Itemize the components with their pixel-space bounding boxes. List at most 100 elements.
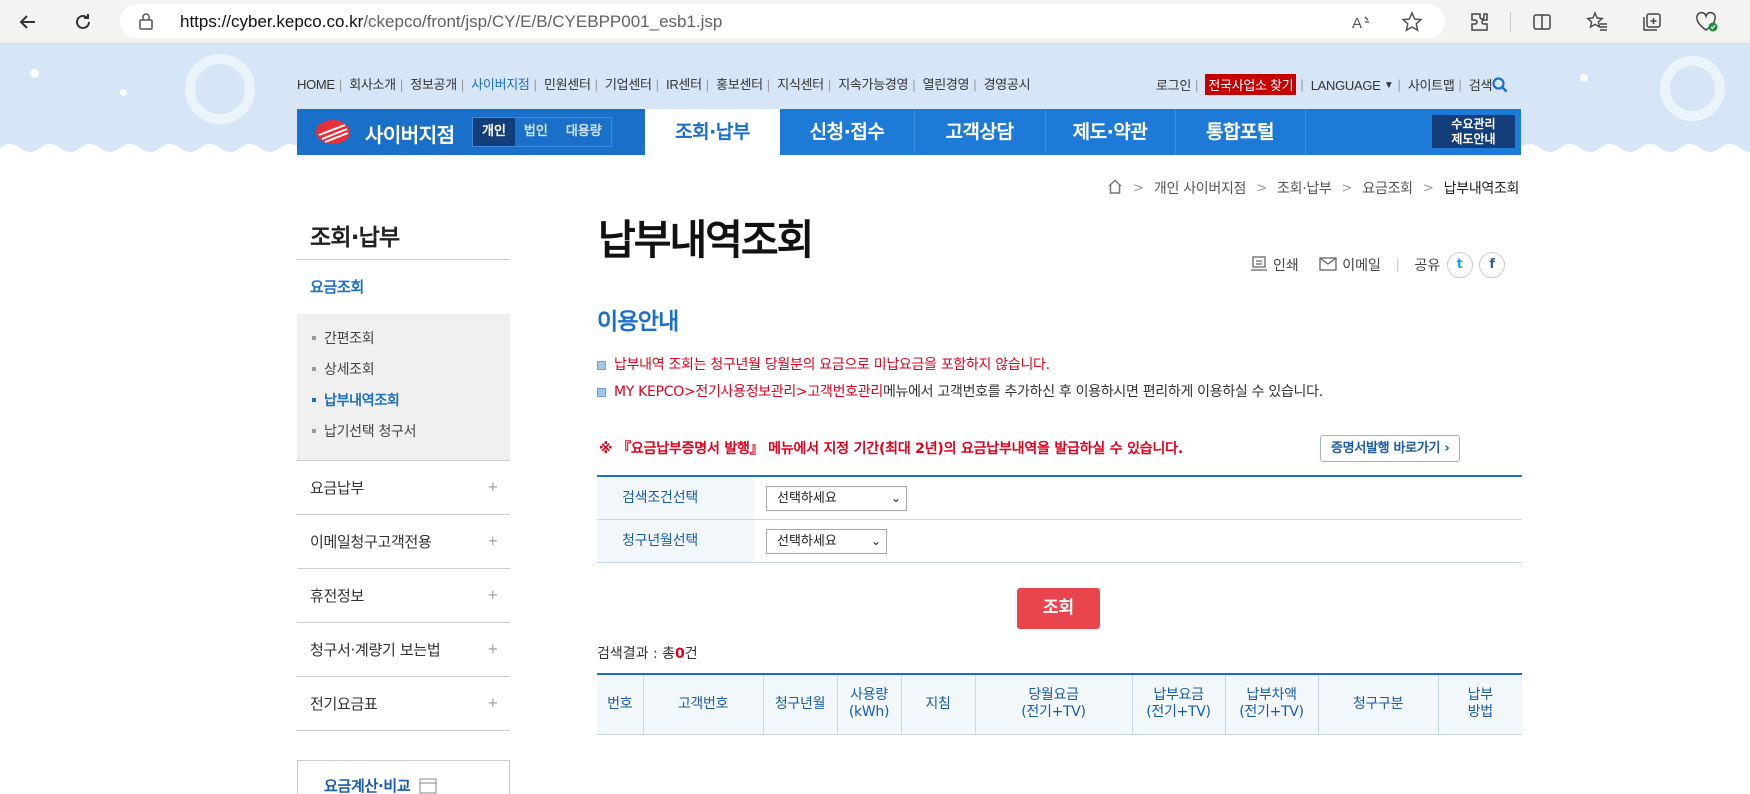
- util-link-sustainability[interactable]: 지속가능경영: [838, 74, 908, 93]
- sitemap-link[interactable]: 사이트맵: [1408, 75, 1455, 94]
- util-link-ir[interactable]: IR센터: [666, 74, 702, 93]
- decoration-dot: [120, 89, 127, 96]
- favorites-icon[interactable]: [1583, 8, 1611, 36]
- util-link-cyber-branch[interactable]: 사이버지점: [471, 74, 530, 93]
- fee-calculator-banner[interactable]: 요금계산·비교: [297, 760, 510, 794]
- column-header-unit: (전기+TV): [1146, 704, 1211, 721]
- certificate-shortcut-button[interactable]: 증명서발행 바로가기 ›: [1320, 435, 1461, 462]
- result-suffix: 건: [684, 646, 698, 662]
- util-link-company[interactable]: 회사소개: [349, 74, 396, 93]
- column-header-unit: (전기+TV): [1239, 704, 1304, 721]
- result-count-number: 0: [675, 646, 685, 662]
- column-header: 청구년월: [763, 673, 838, 735]
- util-link-enterprise[interactable]: 기업센터: [605, 74, 652, 93]
- util-link-pr[interactable]: 홍보센터: [716, 74, 763, 93]
- guide-link-text[interactable]: MY KEPCO>전기사용정보관리>고객번호관리: [614, 384, 883, 400]
- column-header: 당월요금 (전기+TV): [975, 673, 1133, 735]
- collections-icon[interactable]: [1638, 8, 1666, 36]
- search-button[interactable]: 조회: [1017, 588, 1100, 629]
- column-header: 청구구분: [1318, 673, 1439, 735]
- decoration-circle: [185, 54, 255, 124]
- plus-icon: +: [487, 480, 498, 495]
- breadcrumb-item[interactable]: 조회·납부: [1277, 178, 1332, 198]
- kepco-logo-icon[interactable]: [315, 119, 351, 145]
- sidebar-subitem-detail[interactable]: 상세조회: [310, 355, 510, 386]
- util-link-civil[interactable]: 민원센터: [544, 74, 591, 93]
- utility-nav: HOME | 회사소개 | 정보공개 | 사이버지점 | 민원센터 | 기업센터 | IR센…: [297, 74, 1031, 93]
- twitter-icon[interactable]: t: [1446, 252, 1473, 278]
- read-aloud-icon[interactable]: A: [1350, 10, 1374, 34]
- print-label: 인쇄: [1273, 258, 1299, 274]
- util-link-open[interactable]: 열린경영: [923, 74, 970, 93]
- decoration-circle: [1660, 56, 1725, 121]
- fee-calculator-label: 요금계산·비교: [324, 777, 411, 794]
- find-office-link[interactable]: 전국사업소 찾기: [1205, 74, 1297, 95]
- tab-corporate[interactable]: 법인: [515, 118, 557, 146]
- menu-application[interactable]: 신청·접수: [780, 109, 914, 155]
- back-icon[interactable]: [12, 6, 44, 38]
- result-prefix: 검색결과 : 총: [597, 646, 676, 662]
- utility-right: 로그인 | 전국사업소 찾기 | LANGUAGE ▼ | 사이트맵 | 검색: [1156, 74, 1508, 95]
- menu-portal[interactable]: 통합포털: [1175, 109, 1305, 155]
- sidebar-item-rate-table[interactable]: 전기요금표 +: [297, 677, 510, 731]
- guide-text: 납부내역 조회는 청구년월 당월분의 요금으로 미납요금을 포함하지 않습니다.: [614, 357, 1050, 373]
- sidebar-item-email-billing[interactable]: 이메일청구고객전용 +: [297, 515, 510, 569]
- sidebar-item-payment[interactable]: 요금납부 +: [297, 461, 510, 515]
- tab-personal[interactable]: 개인: [473, 118, 515, 146]
- login-link[interactable]: 로그인: [1156, 75, 1191, 94]
- column-header-label: 고객번호: [677, 695, 729, 712]
- breadcrumb-item[interactable]: 개인 사이버지점: [1154, 178, 1247, 198]
- tab-large-volume[interactable]: 대용량: [557, 118, 611, 146]
- address-bar[interactable]: https://cyber.kepco.co.kr/ckepco/front/j…: [120, 4, 1445, 38]
- menu-inquiry-payment[interactable]: 조회·납부: [645, 109, 780, 155]
- lock-icon[interactable]: [138, 12, 154, 34]
- main-nav: 사이버지점 개인 법인 대용량 조회·납부 신청·접수 고객상담 제도·약관 통…: [297, 109, 1521, 155]
- column-header-label: 납부: [1467, 687, 1493, 704]
- facebook-icon[interactable]: f: [1479, 252, 1506, 278]
- plus-icon: +: [487, 696, 498, 711]
- column-header-unit: (kWh): [848, 704, 890, 721]
- decoration-dot: [1580, 74, 1588, 82]
- billing-month-label: 청구년월선택: [597, 520, 754, 562]
- sidebar-subitem-simple[interactable]: 간편조회: [310, 324, 510, 355]
- mail-icon: [1319, 257, 1337, 271]
- util-link-home[interactable]: HOME: [297, 77, 335, 92]
- billing-month-select[interactable]: 선택하세요 ⌄: [766, 529, 887, 554]
- column-header: 납부차액 (전기+TV): [1225, 673, 1319, 735]
- breadcrumb-item[interactable]: 요금조회: [1362, 178, 1413, 198]
- demand-management-button[interactable]: 수요관리 제도안내: [1432, 115, 1515, 148]
- brand-title[interactable]: 사이버지점: [365, 119, 455, 148]
- split-screen-icon[interactable]: [1528, 8, 1556, 36]
- condition-select[interactable]: 선택하세요 ⌄: [766, 486, 907, 511]
- util-link-knowledge[interactable]: 지식센터: [777, 74, 824, 93]
- guide-item: 납부내역 조회는 청구년월 당월분의 요금으로 미납요금을 포함하지 않습니다.: [597, 352, 1323, 379]
- column-header-unit: 방법: [1467, 704, 1493, 721]
- menu-customer-consult[interactable]: 고객상담: [914, 109, 1045, 155]
- email-button[interactable]: 이메일: [1319, 255, 1381, 275]
- favorite-star-icon[interactable]: [1400, 10, 1424, 34]
- column-header-label: 납부차액: [1246, 687, 1297, 704]
- caret-down-icon: ▼: [1383, 79, 1394, 91]
- column-header: 고객번호: [643, 673, 764, 735]
- url-text: https://cyber.kepco.co.kr/ckepco/front/j…: [180, 12, 723, 31]
- sidebar-item-bill-guide[interactable]: 청구서·계량기 보는법 +: [297, 623, 510, 677]
- util-link-disclosure[interactable]: 정보공개: [410, 74, 457, 93]
- print-button[interactable]: 인쇄: [1250, 255, 1299, 275]
- sidebar-subitem-payment-history[interactable]: 납부내역조회: [310, 386, 510, 417]
- browser-essentials-icon[interactable]: [1692, 8, 1720, 36]
- chevron-down-icon: ⌄: [870, 534, 881, 548]
- sidebar-subitem-due-date[interactable]: 납기선택 청구서: [310, 417, 510, 448]
- home-icon[interactable]: [1107, 178, 1123, 198]
- extensions-icon[interactable]: [1465, 8, 1493, 36]
- refresh-icon[interactable]: [67, 6, 99, 38]
- search-link[interactable]: 검색: [1469, 75, 1508, 94]
- square-bullet-icon: [597, 387, 606, 397]
- menu-policy-terms[interactable]: 제도·약관: [1045, 109, 1175, 155]
- column-header: 납부요금 (전기+TV): [1132, 673, 1226, 735]
- sidebar-item-outage[interactable]: 휴전정보 +: [297, 569, 510, 623]
- util-link-management[interactable]: 경영공시: [984, 74, 1031, 93]
- sidebar-item-fee-inquiry[interactable]: 요금조회: [297, 260, 510, 314]
- language-select[interactable]: LANGUAGE ▼: [1311, 76, 1394, 93]
- breadcrumb-current: 납부내역조회: [1443, 181, 1520, 197]
- column-header-label: 청구구분: [1352, 695, 1404, 712]
